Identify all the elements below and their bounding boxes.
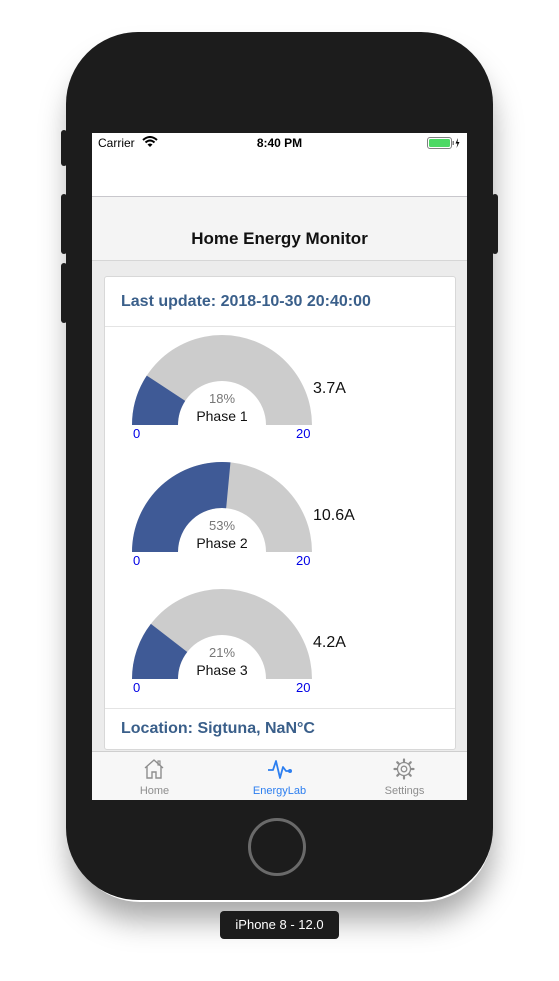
card-header: Last update: 2018-10-30 20:40:00 — [105, 277, 455, 327]
last-update-label: Last update: 2018-10-30 20:40:00 — [121, 293, 371, 310]
status-bar: Carrier 8:40 PM — [92, 133, 467, 153]
device-label: iPhone 8 - 12.0 — [220, 911, 339, 939]
navigation-bar — [92, 153, 467, 197]
gauge-value: 10.6A — [313, 507, 355, 524]
home-button[interactable] — [248, 818, 306, 876]
gauge-max: 20 — [296, 426, 311, 441]
gauge-name: Phase 1 — [196, 408, 248, 424]
tab-label: Home — [139, 785, 170, 797]
tab-bar: Home EnergyLab Settings — [92, 751, 467, 800]
tab-label: EnergyLab — [252, 785, 307, 797]
gauge-min: 0 — [133, 426, 141, 441]
gauge-name: Phase 2 — [196, 535, 248, 551]
gauge-phase-3: 21% Phase 3 0 20 4.2A — [132, 589, 362, 699]
gauge-percent: 18% — [208, 391, 236, 406]
card-footer: Location: Sigtuna, NaN°C — [105, 708, 455, 750]
gauge-percent: 21% — [208, 645, 236, 660]
tab-settings[interactable]: Settings — [342, 752, 467, 800]
gauge-percent: 53% — [208, 518, 236, 533]
gear-icon — [393, 758, 415, 780]
tab-energylab[interactable]: EnergyLab — [217, 752, 342, 800]
page-title: Home Energy Monitor — [191, 229, 368, 248]
gauge-min: 0 — [133, 553, 141, 568]
gauge-name: Phase 3 — [196, 662, 248, 678]
home-icon — [144, 759, 164, 779]
app-screen: Carrier 8:40 PM Home Energy Monitor Last… — [92, 133, 467, 800]
status-time: 8:40 PM — [256, 136, 303, 150]
gauge-phase-1: 18% Phase 1 0 20 3.7A — [132, 335, 362, 445]
energy-card: Last update: 2018-10-30 20:40:00 18% Pha… — [104, 276, 456, 750]
battery-icon — [427, 137, 461, 149]
gauge-max: 20 — [296, 680, 311, 695]
gauge-phase-2: 53% Phase 2 0 20 10.6A — [132, 462, 362, 572]
pulse-icon — [268, 760, 292, 779]
gauge-min: 0 — [133, 680, 141, 695]
tab-label: Settings — [384, 785, 425, 797]
gauge-value: 4.2A — [313, 634, 346, 651]
gauge-max: 20 — [296, 553, 311, 568]
gauge-value: 3.7A — [313, 380, 346, 397]
location-label: Location: Sigtuna, NaN°C — [121, 720, 315, 737]
tab-home[interactable]: Home — [92, 752, 217, 800]
